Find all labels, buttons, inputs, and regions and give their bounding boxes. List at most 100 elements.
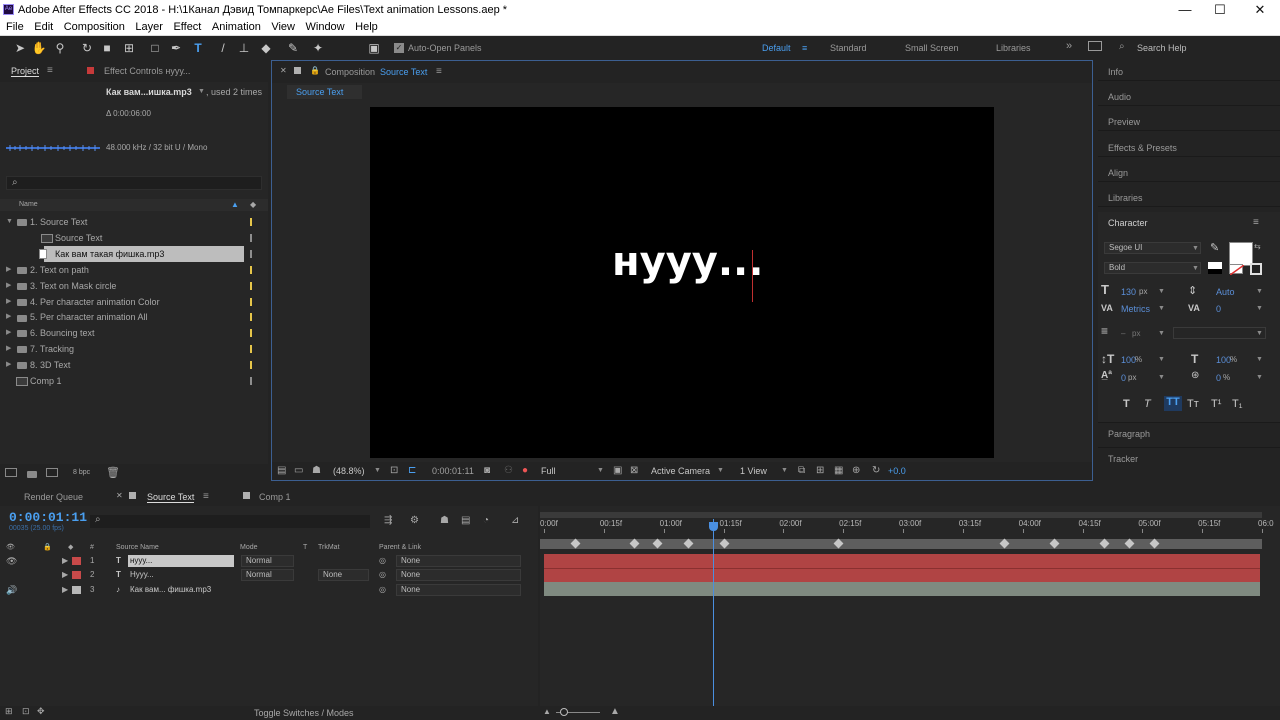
font-size-dropdown-icon[interactable]: ▼ xyxy=(1158,288,1165,295)
small-caps-button[interactable]: Tт xyxy=(1187,398,1199,410)
fast-previews-icon[interactable]: ⊞ xyxy=(816,465,824,476)
parent-pickwhip-icon[interactable]: ◎ xyxy=(379,568,386,582)
keyframe[interactable] xyxy=(999,538,1009,549)
resolution-dropdown-icon[interactable]: ▼ xyxy=(597,467,604,474)
label-color-icon[interactable] xyxy=(250,218,252,226)
work-area-bar[interactable] xyxy=(540,512,1262,518)
layer-name[interactable]: Как вам... фишка.mp3 xyxy=(128,584,213,596)
layer-search-input[interactable]: ⌕ xyxy=(90,514,370,528)
expand-layer-icon[interactable]: ▶ xyxy=(62,554,68,568)
camera-dropdown-icon[interactable]: ▼ xyxy=(717,467,724,474)
stroke-color-swatch[interactable] xyxy=(1250,263,1262,275)
vertical-scale-input[interactable]: 100 xyxy=(1121,355,1136,365)
sync-icon[interactable] xyxy=(1088,41,1102,51)
col-parent[interactable]: Parent & Link xyxy=(379,542,421,554)
subscript-button[interactable]: T₁ xyxy=(1232,398,1242,410)
tsume-input[interactable]: 0 xyxy=(1216,373,1221,383)
zoom-tool-icon[interactable]: ⚲ xyxy=(52,40,68,56)
parent-select[interactable]: None xyxy=(396,555,521,567)
workspace-small-screen[interactable]: Small Screen xyxy=(905,43,959,53)
more-workspaces-icon[interactable]: » xyxy=(1066,40,1072,52)
maximize-button[interactable]: ☐ xyxy=(1200,0,1240,20)
tsume-dropdown-icon[interactable]: ▼ xyxy=(1256,374,1263,381)
new-folder-icon[interactable] xyxy=(27,469,37,479)
project-item[interactable]: Comp 1 xyxy=(0,373,268,389)
label-color-icon[interactable] xyxy=(250,313,252,322)
canvas-text[interactable]: нууу... xyxy=(612,239,763,285)
expand-icon[interactable]: ▶ xyxy=(6,262,11,278)
layer-label-color[interactable] xyxy=(72,571,81,580)
type-tool-icon[interactable]: T xyxy=(190,40,206,56)
layer-label-color[interactable] xyxy=(72,585,81,594)
shy-layers-icon[interactable]: ☗ xyxy=(440,515,449,526)
project-item[interactable]: ▶ 2. Text on path xyxy=(0,262,268,278)
tab-effect-controls[interactable]: Effect Controls нууу... xyxy=(104,66,190,76)
fit-icon[interactable]: ⊡ xyxy=(390,465,398,476)
keyframe[interactable] xyxy=(652,538,663,549)
expand-layer-icon[interactable]: ▶ xyxy=(62,583,68,597)
parent-select[interactable]: None xyxy=(396,583,521,596)
parent-pickwhip-icon[interactable]: ◎ xyxy=(379,583,386,597)
hand-tool-icon[interactable]: ✋ xyxy=(31,40,47,56)
region-icon[interactable]: ⊏ xyxy=(408,465,416,476)
label-color-icon[interactable] xyxy=(250,345,252,354)
tracking-input[interactable]: 0 xyxy=(1216,304,1221,314)
layer-row[interactable]: 👁 ▶ 1 Tнууу... Normal ◎ None xyxy=(0,554,538,568)
keyframe[interactable] xyxy=(1049,538,1060,549)
leading-input[interactable]: Auto xyxy=(1216,287,1235,297)
workspace-default[interactable]: Default xyxy=(762,43,791,53)
menu-help[interactable]: Help xyxy=(355,20,378,35)
transfer-controls-icon[interactable]: ⊡ xyxy=(22,706,30,717)
col-source-name[interactable]: Source Name xyxy=(116,542,159,554)
composition-tab-name[interactable]: Source Text xyxy=(380,67,427,77)
faux-bold-button[interactable]: T xyxy=(1123,398,1130,410)
font-size-input[interactable]: 130 xyxy=(1121,287,1136,297)
menu-file[interactable]: File xyxy=(6,20,24,35)
comp-subtab[interactable]: Source Text xyxy=(287,85,362,99)
expand-icon[interactable]: ▶ xyxy=(6,341,11,357)
font-family-select[interactable]: Segoe UI xyxy=(1104,242,1201,254)
layer-row[interactable]: ▶ 2 T Нууу... Normal None ◎ None xyxy=(0,568,538,582)
keyframe[interactable] xyxy=(1124,538,1135,549)
frame-blending-icon[interactable]: ▤ xyxy=(461,515,470,526)
time-ruler[interactable]: 0:00f 00:15f 01:00f 01:15f 02:00f 02:15f 03:00… xyxy=(540,519,1274,533)
pan-behind-tool-icon[interactable]: ⊞ xyxy=(121,40,137,56)
menu-layer[interactable]: Layer xyxy=(135,20,163,35)
default-colors-icon[interactable] xyxy=(1208,262,1222,274)
search-help-input[interactable]: Search Help xyxy=(1137,43,1187,53)
project-search-input[interactable]: ⌕ xyxy=(6,176,262,190)
superscript-button[interactable]: T¹ xyxy=(1211,398,1221,410)
camera-select[interactable]: Active Camera xyxy=(651,466,710,476)
tab-align[interactable]: Align xyxy=(1108,168,1128,178)
bpc-label[interactable]: 8 bpc xyxy=(73,469,90,476)
stretch-icon[interactable]: ✥ xyxy=(37,706,45,717)
tracking-dropdown-icon[interactable]: ▼ xyxy=(1256,305,1263,312)
column-name[interactable]: Name xyxy=(19,201,38,208)
camera-tool-icon[interactable]: ■ xyxy=(99,40,115,56)
label-color-icon[interactable] xyxy=(250,233,252,242)
layer-bar-2[interactable] xyxy=(544,568,1260,582)
tab-preview[interactable]: Preview xyxy=(1108,117,1140,127)
no-fill-swatch[interactable] xyxy=(1229,264,1244,275)
vertical-scale-dropdown-icon[interactable]: ▼ xyxy=(1158,356,1165,363)
layer-name[interactable]: нууу... xyxy=(128,555,234,567)
expand-icon[interactable]: ▼ xyxy=(6,214,13,230)
parent-pickwhip-icon[interactable]: ◎ xyxy=(379,554,386,568)
composition-canvas[interactable]: нууу... xyxy=(370,107,994,458)
project-item[interactable]: ▶ 6. Bouncing text xyxy=(0,325,268,341)
lock-icon[interactable]: 🔒 xyxy=(310,66,320,75)
expand-icon[interactable]: ▶ xyxy=(6,357,11,373)
comp-mini-flowchart-icon[interactable]: ⇶ xyxy=(384,515,392,526)
tab-audio[interactable]: Audio xyxy=(1108,92,1131,102)
menu-view[interactable]: View xyxy=(271,20,295,35)
keyframe[interactable] xyxy=(630,538,640,549)
menu-window[interactable]: Window xyxy=(306,20,345,35)
kerning-dropdown-icon[interactable]: ▼ xyxy=(1158,305,1165,312)
label-column-icon[interactable]: ◆ xyxy=(250,200,256,209)
eraser-tool-icon[interactable]: ◆ xyxy=(258,40,274,56)
keyframe[interactable] xyxy=(570,538,581,549)
snapshot-icon[interactable]: ◙ xyxy=(484,465,490,476)
project-item[interactable]: ▶ 4. Per character animation Color xyxy=(0,294,268,310)
eyedropper-icon[interactable]: ✎ xyxy=(1210,241,1219,254)
current-timecode[interactable]: 0:00:01:11 xyxy=(9,510,87,525)
